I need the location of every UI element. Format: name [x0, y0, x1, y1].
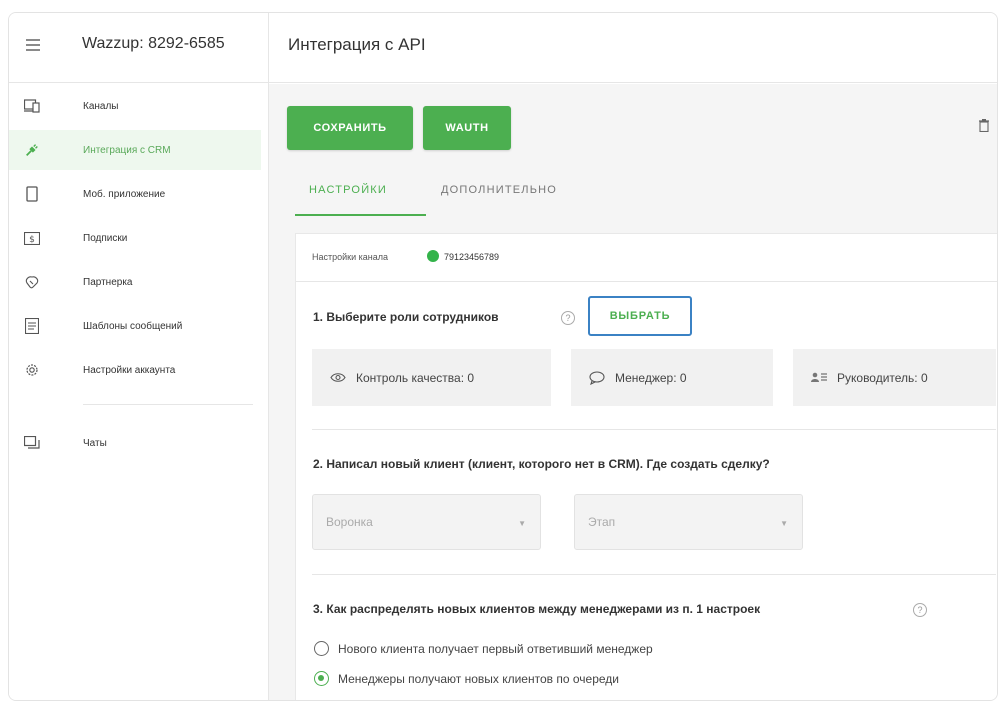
sidebar-item-label: Чаты	[83, 437, 107, 449]
section-divider	[312, 574, 996, 575]
sidebar-item-label: Шаблоны сообщений	[83, 320, 183, 332]
chevron-down-icon: ▼	[518, 519, 526, 528]
sidebar-item-label: Каналы	[83, 100, 119, 112]
sidebar-item-account-settings[interactable]: Настройки аккаунта	[9, 350, 261, 390]
top-bar: Wazzup: 8292-6585 Интеграция с API	[9, 13, 997, 83]
role-label: Руководитель: 0	[837, 370, 928, 385]
sidebar-item-label: Подписки	[83, 232, 128, 244]
save-button[interactable]: СОХРАНИТЬ	[287, 106, 413, 150]
active-tab-indicator	[295, 214, 426, 216]
help-icon[interactable]: ?	[561, 311, 575, 325]
role-label: Контроль качества: 0	[356, 370, 475, 385]
radio-first-responder[interactable]: Нового клиента получает первый ответивши…	[314, 641, 653, 656]
chevron-down-icon: ▼	[780, 519, 788, 528]
section-divider	[312, 429, 996, 430]
dollar-icon: $	[24, 230, 40, 246]
choose-roles-button[interactable]: ВЫБРАТЬ	[588, 296, 692, 336]
gear-icon	[24, 362, 40, 378]
sidebar-item-templates[interactable]: Шаблоны сообщений	[9, 306, 261, 346]
stage-select-value: Этап	[588, 515, 616, 529]
sidebar-item-label: Интеграция с CRM	[83, 144, 171, 156]
sidebar-item-label: Моб. приложение	[83, 188, 166, 200]
template-icon	[24, 318, 40, 334]
tab-settings[interactable]: НАСТРОЙКИ	[309, 184, 387, 196]
whatsapp-icon	[427, 250, 439, 262]
role-manager[interactable]: Менеджер: 0	[571, 349, 773, 406]
user-list-icon	[811, 371, 827, 385]
settings-card: Настройки канала 79123456789 1. Выберите…	[295, 233, 997, 700]
tab-additional[interactable]: ДОПОЛНИТЕЛЬНО	[441, 184, 557, 196]
sidebar: Каналы Интеграция с CRM Моб. приложение …	[9, 84, 268, 700]
sidebar-item-label: Настройки аккаунта	[83, 364, 176, 376]
radio-round-robin[interactable]: Менеджеры получают новых клиентов по оче…	[314, 671, 619, 686]
svg-text:$: $	[29, 235, 35, 245]
page-title: Интеграция с API	[288, 35, 426, 54]
chat-bubble-icon	[589, 370, 605, 385]
trash-icon[interactable]	[979, 119, 989, 133]
phone-icon	[24, 186, 40, 202]
chats-icon	[24, 435, 40, 451]
handshake-icon	[24, 274, 40, 290]
sidebar-item-crm-integration[interactable]: Интеграция с CRM	[9, 130, 261, 170]
section-roles-title: 1. Выберите роли сотрудников	[313, 310, 499, 324]
sidebar-item-subscriptions[interactable]: $ Подписки	[9, 218, 261, 258]
sidebar-item-channels[interactable]: Каналы	[9, 86, 261, 126]
sidebar-separator	[83, 404, 253, 405]
sidebar-item-chats[interactable]: Чаты	[9, 423, 261, 463]
wauth-button[interactable]: WAUTH	[423, 106, 511, 150]
channel-settings-label: Настройки канала	[312, 252, 389, 262]
plug-icon	[24, 142, 40, 158]
sidebar-item-mobile-app[interactable]: Моб. приложение	[9, 174, 261, 214]
account-brand: Wazzup: 8292-6585	[82, 35, 225, 52]
funnel-select-value: Воронка	[326, 515, 373, 529]
eye-icon	[330, 372, 346, 383]
role-supervisor[interactable]: Руководитель: 0	[793, 349, 996, 406]
stage-select[interactable]: Этап ▼	[574, 494, 803, 550]
main-content: СОХРАНИТЬ WAUTH НАСТРОЙКИ ДОПОЛНИТЕЛЬНО …	[269, 84, 997, 700]
sidebar-item-partners[interactable]: Партнерка	[9, 262, 261, 302]
radio-button[interactable]	[314, 641, 329, 656]
channels-icon	[24, 98, 40, 114]
radio-label: Менеджеры получают новых клиентов по оче…	[338, 671, 619, 686]
radio-button[interactable]	[314, 671, 329, 686]
channel-phone: 79123456789	[444, 252, 500, 262]
channel-row: Настройки канала 79123456789	[296, 234, 997, 282]
app-window: Wazzup: 8292-6585 Интеграция с API Канал…	[8, 12, 998, 701]
role-label: Менеджер: 0	[615, 370, 687, 385]
help-icon[interactable]: ?	[913, 603, 927, 617]
funnel-select[interactable]: Воронка ▼	[312, 494, 541, 550]
section-distribution-title: 3. Как распределять новых клиентов между…	[313, 602, 761, 616]
sidebar-item-label: Партнерка	[83, 276, 133, 288]
menu-icon[interactable]	[26, 39, 40, 51]
section-new-client-title: 2. Написал новый клиент (клиент, которог…	[313, 457, 770, 471]
radio-label: Нового клиента получает первый ответивши…	[338, 641, 653, 656]
role-quality-control[interactable]: Контроль качества: 0	[312, 349, 551, 406]
